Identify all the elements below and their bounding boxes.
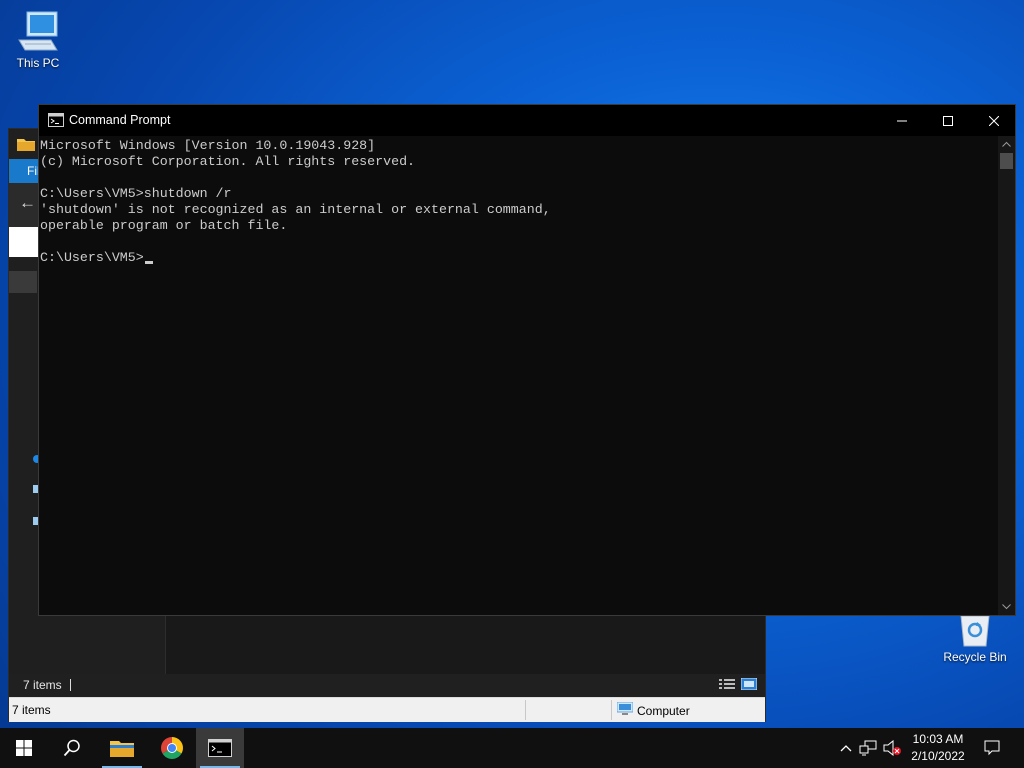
cmd-title: Command Prompt — [69, 113, 171, 127]
network-icon[interactable] — [856, 740, 880, 756]
explorer-status-bar: 7 items — [9, 674, 765, 697]
close-button[interactable] — [971, 105, 1017, 136]
console-line: (c) Microsoft Corporation. All rights re… — [40, 154, 416, 169]
this-pc-icon — [15, 10, 61, 54]
clock-date: 2/10/2022 — [911, 749, 965, 763]
command-prompt-window[interactable]: Command Prompt Microsoft Windows [Versio… — [38, 104, 1016, 616]
item-count-classic: 7 items — [12, 703, 51, 717]
console-output[interactable]: Microsoft Windows [Version 10.0.19043.92… — [39, 136, 999, 615]
desktop-icon-recycle-bin[interactable]: Recycle Bin — [937, 612, 1013, 664]
status-divider-2 — [611, 700, 612, 720]
text-cursor — [144, 261, 153, 264]
console-line: Microsoft Windows [Version 10.0.19043.92… — [40, 138, 376, 153]
search-icon — [63, 739, 80, 757]
taskbar-file-explorer[interactable] — [98, 728, 146, 768]
details-view-icon[interactable] — [719, 678, 735, 693]
back-arrow-icon[interactable]: ← — [19, 193, 36, 213]
close-icon — [989, 115, 999, 126]
console-prompt-line[interactable]: C:\Users\VM5> — [40, 250, 999, 266]
maximize-button[interactable] — [925, 105, 971, 136]
console-prompt: C:\Users\VM5> — [40, 250, 144, 265]
windows-icon — [16, 740, 32, 756]
console-line: operable program or batch file. — [40, 218, 288, 233]
status-location-label: Computer — [637, 703, 690, 718]
cmd-titlebar[interactable]: Command Prompt — [39, 105, 1015, 136]
minimize-button[interactable] — [879, 105, 925, 136]
nav-pane-selected-item[interactable] — [9, 271, 37, 293]
vertical-scrollbar[interactable] — [998, 136, 1015, 615]
status-divider-1 — [525, 700, 526, 720]
taskbar: 10:03 AM 2/10/2022 — [0, 728, 1024, 768]
recycle-bin-icon — [955, 612, 995, 648]
scroll-up-icon[interactable] — [998, 136, 1015, 152]
folder-icon — [17, 137, 35, 154]
taskbar-clock[interactable]: 10:03 AM 2/10/2022 — [900, 731, 976, 765]
chevron-up-icon[interactable] — [836, 744, 856, 752]
status-divider — [70, 679, 71, 691]
console-line: C:\Users\VM5>shutdown /r — [40, 186, 232, 201]
view-toggles — [719, 677, 758, 693]
status-location: Computer — [616, 701, 690, 719]
desktop-icon-this-pc[interactable]: This PC — [0, 10, 76, 70]
chrome-icon — [161, 737, 183, 759]
system-tray — [836, 728, 904, 768]
search-button[interactable] — [48, 728, 96, 768]
address-bar[interactable] — [9, 227, 39, 257]
large-icons-view-icon[interactable] — [740, 677, 758, 693]
recycle-bin-label: Recycle Bin — [943, 650, 1007, 664]
notification-icon — [984, 740, 1000, 756]
item-count: 7 items — [23, 678, 62, 692]
scroll-down-icon[interactable] — [998, 599, 1015, 615]
cmd-icon — [48, 113, 64, 130]
explorer-classic-status-bar: 7 items Computer — [9, 697, 765, 722]
action-center-button[interactable] — [980, 728, 1004, 768]
clock-time: 10:03 AM — [912, 732, 964, 746]
folder-icon — [110, 741, 134, 757]
taskbar-chrome[interactable] — [148, 728, 196, 768]
minimize-icon — [897, 120, 907, 121]
cmd-icon — [208, 739, 232, 757]
taskbar-command-prompt[interactable] — [196, 728, 244, 768]
computer-icon — [616, 701, 634, 719]
this-pc-label: This PC — [16, 56, 60, 70]
maximize-icon — [943, 115, 953, 126]
scrollbar-thumb[interactable] — [1000, 153, 1013, 169]
start-button[interactable] — [0, 728, 48, 768]
console-line: 'shutdown' is not recognized as an inter… — [40, 202, 551, 217]
